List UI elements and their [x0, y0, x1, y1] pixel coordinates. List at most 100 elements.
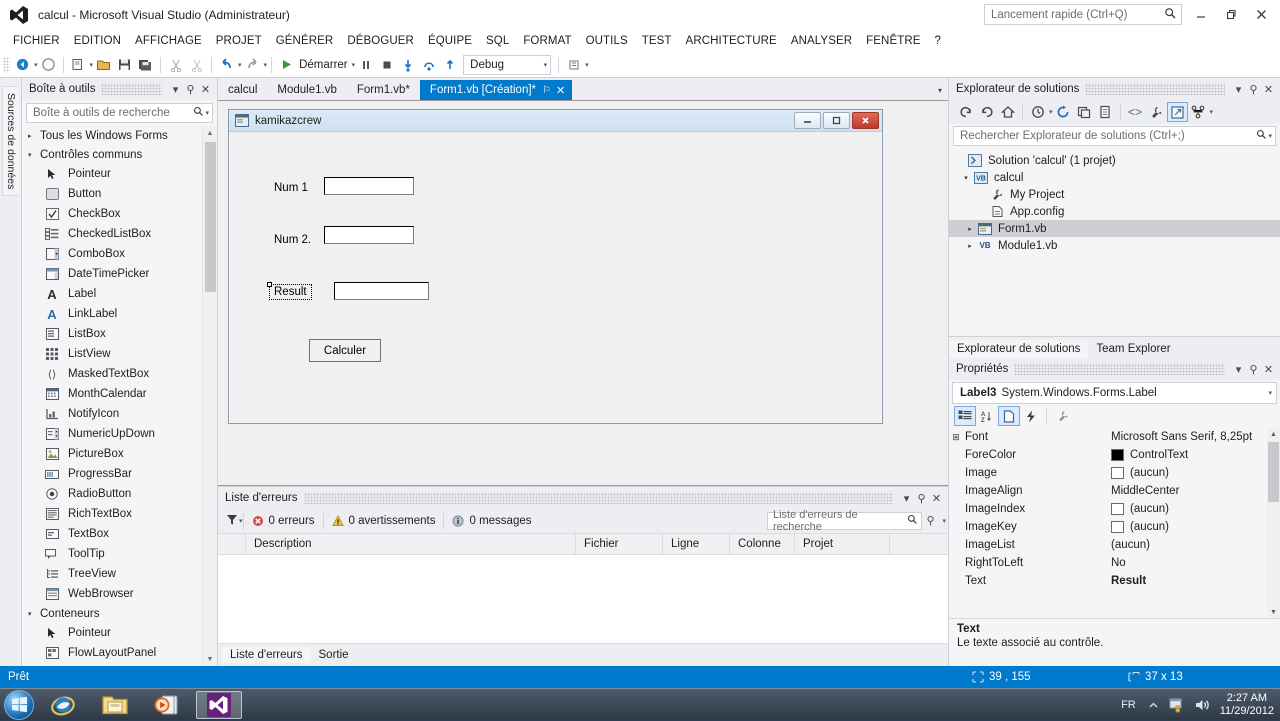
solution-explorer-drag-dots[interactable]	[1085, 83, 1225, 95]
minimize-button[interactable]	[1186, 3, 1216, 27]
column-projet[interactable]: Projet	[795, 534, 890, 554]
menu-analyser[interactable]: ANALYSER	[784, 33, 859, 49]
pause-icon[interactable]	[355, 54, 376, 76]
step-into-icon[interactable]	[397, 54, 418, 76]
menu-fenetre[interactable]: FENÊTRE	[859, 33, 927, 49]
collapse-all-icon[interactable]	[1074, 102, 1095, 122]
redo-icon[interactable]	[242, 54, 263, 76]
error-list-grid[interactable]	[218, 555, 948, 644]
menu-equipe[interactable]: ÉQUIPE	[421, 33, 479, 49]
form-label-num2[interactable]: Num 2.	[274, 234, 311, 246]
close-icon[interactable]: ✕	[556, 84, 565, 97]
tab-sortie[interactable]: Sortie	[311, 647, 357, 663]
property-value[interactable]: MiddleCenter	[1111, 485, 1280, 497]
solution-explorer-close-icon[interactable]: ✕	[1261, 83, 1276, 96]
property-row-font[interactable]: ⊞ Font Microsoft Sans Serif, 8,25pt	[949, 428, 1280, 446]
tab-module1-vb[interactable]: Module1.vb	[267, 80, 346, 100]
property-row-righttoleft[interactable]: RightToLeft No	[949, 554, 1280, 572]
preview-selected-items-icon[interactable]	[1167, 102, 1188, 122]
toolbox-item-button[interactable]: Button	[22, 184, 217, 204]
toolbox-group-all-windows-forms[interactable]: ▸ Tous les Windows Forms	[22, 126, 217, 145]
toolbox-item-radiobutton[interactable]: RadioButton	[22, 484, 217, 504]
properties-pin-icon[interactable]: ⚲	[1246, 363, 1261, 376]
find-in-files-icon[interactable]	[563, 54, 584, 76]
undo-icon[interactable]	[216, 54, 237, 76]
restore-button[interactable]	[1216, 3, 1246, 27]
taskbar-file-explorer[interactable]	[92, 691, 138, 719]
error-list-search-pin-icon[interactable]: ⚲	[923, 514, 938, 527]
menu-architecture[interactable]: ARCHITECTURE	[679, 33, 784, 49]
property-value-wrapper[interactable]: (aucun)	[1111, 503, 1280, 515]
close-button[interactable]	[1246, 3, 1276, 27]
step-over-icon[interactable]	[418, 54, 439, 76]
navigate-forward-icon[interactable]	[976, 102, 997, 122]
toolbox-item-pointeur[interactable]: Pointeur	[22, 164, 217, 184]
error-list-menu-icon[interactable]: ▾	[899, 492, 914, 505]
solution-configuration-select[interactable]: Debug ▾	[463, 55, 551, 75]
property-row-text[interactable]: Text Result	[949, 572, 1280, 590]
taskbar-internet-explorer[interactable]	[40, 691, 86, 719]
scroll-up-icon[interactable]: ▲	[1267, 428, 1280, 440]
properties-icon[interactable]	[1146, 102, 1167, 122]
toolbox-item-linklabel[interactable]: A LinkLabel	[22, 304, 217, 324]
pin-icon[interactable]: ⚐	[542, 85, 551, 96]
form-textbox-num1[interactable]	[324, 177, 414, 195]
tab-form1-vb[interactable]: Form1.vb*	[347, 80, 420, 100]
form-body[interactable]: Num 1 Num 2. Result Calculer	[229, 132, 882, 423]
property-row-imagekey[interactable]: ImageKey (aucun)	[949, 518, 1280, 536]
show-all-files-icon[interactable]	[1095, 102, 1116, 122]
column-colonne[interactable]: Colonne	[730, 534, 795, 554]
column-description[interactable]: Description	[246, 534, 576, 554]
filter-icon[interactable]	[226, 514, 238, 529]
menu-generer[interactable]: GÉNÉRER	[269, 33, 341, 49]
toolbox-item-webbrowser[interactable]: WebBrowser	[22, 584, 217, 604]
form-label-result[interactable]: Result	[269, 284, 312, 300]
tree-expander[interactable]: ▸	[963, 225, 977, 233]
tree-item-module1-vb[interactable]: ▸ VB Module1.vb	[949, 237, 1280, 254]
solution-explorer-menu-icon[interactable]: ▾	[1231, 83, 1246, 96]
warning-count[interactable]: 0 avertissements	[324, 515, 444, 527]
error-list-pin-icon[interactable]: ⚲	[914, 492, 929, 505]
new-project-icon[interactable]	[68, 54, 89, 76]
form-textbox-num2[interactable]	[324, 226, 414, 244]
open-file-icon[interactable]	[93, 54, 114, 76]
selection-handle[interactable]	[267, 282, 272, 287]
taskbar-visual-studio[interactable]	[196, 691, 242, 719]
form-textbox-result[interactable]	[334, 282, 429, 300]
toolbox-pin-icon[interactable]: ⚲	[183, 83, 198, 96]
expand-icon[interactable]: ⊞	[949, 432, 963, 443]
toolbox-item-flowlayoutpanel[interactable]: FlowLayoutPanel	[22, 643, 217, 663]
form-minimize-button[interactable]	[794, 112, 821, 129]
tray-action-center-icon[interactable]	[1169, 697, 1185, 713]
start-debug-label[interactable]: Démarrer	[297, 59, 351, 71]
error-count[interactable]: 0 erreurs	[244, 515, 323, 527]
pending-changes-icon[interactable]	[1027, 102, 1048, 122]
property-value[interactable]: Result	[1111, 575, 1280, 587]
error-list-search-caret-icon[interactable]: ▾	[941, 517, 946, 525]
redo-caret-icon[interactable]: ▾	[263, 61, 268, 69]
tab-team-explorer[interactable]: Team Explorer	[1088, 340, 1178, 358]
toolbox-item-progressbar[interactable]: ProgressBar	[22, 464, 217, 484]
navigate-backward-icon[interactable]	[955, 102, 976, 122]
menu-help[interactable]: ?	[928, 33, 949, 49]
refresh-icon[interactable]	[1053, 102, 1074, 122]
form-designer-surface[interactable]: kamikazcrew	[218, 100, 948, 486]
toolbox-item-checkedlistbox[interactable]: CheckedListBox	[22, 224, 217, 244]
solution-search-caret-icon[interactable]: ▾	[1267, 132, 1272, 140]
property-row-image[interactable]: Image (aucun)	[949, 464, 1280, 482]
menu-edition[interactable]: EDITION	[67, 33, 128, 49]
designed-form[interactable]: kamikazcrew	[228, 109, 883, 424]
data-sources-vertical-tab[interactable]: Sources de données	[2, 86, 19, 196]
toolbar-overflow-icon[interactable]: ▾	[584, 61, 589, 69]
tree-item-app-config[interactable]: App.config	[949, 203, 1280, 220]
toolbox-item-datetimepicker[interactable]: DateTimePicker	[22, 264, 217, 284]
form-button-calculer[interactable]: Calculer	[309, 339, 381, 362]
properties-drag-dots[interactable]	[1014, 363, 1225, 375]
error-list-close-icon[interactable]: ✕	[929, 492, 944, 505]
tree-item-calcul-project[interactable]: ▾ VB calcul	[949, 169, 1280, 186]
solution-explorer-search-input[interactable]: Rechercher Explorateur de solutions (Ctr…	[953, 126, 1276, 146]
properties-menu-icon[interactable]: ▾	[1231, 363, 1246, 376]
save-icon[interactable]	[114, 54, 135, 76]
solution-explorer-pin-icon[interactable]: ⚲	[1246, 83, 1261, 96]
toolbox-search-caret-icon[interactable]: ▾	[204, 109, 209, 117]
